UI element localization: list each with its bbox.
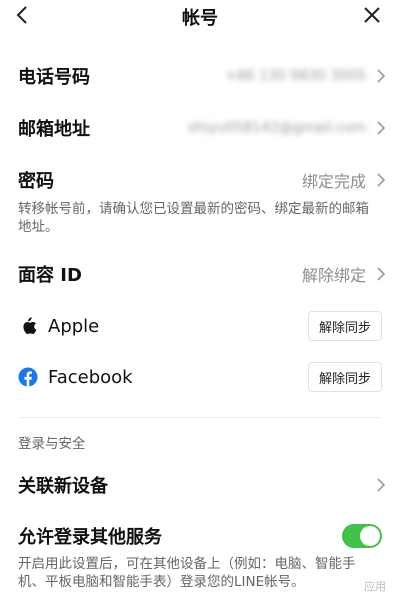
password-status: 绑定完成 bbox=[301, 172, 366, 191]
password-note: 转移帐号前，请确认您已设置最新的密码、绑定最新的邮箱地址。 bbox=[18, 201, 369, 235]
section-divider bbox=[18, 417, 382, 418]
password-row[interactable]: 密码 绑定完成 bbox=[0, 160, 400, 200]
allow-login-label: 允许登录其他服务 bbox=[18, 527, 162, 548]
header: 帐号 bbox=[0, 0, 400, 30]
facebook-unsync-button[interactable]: 解除同步 bbox=[308, 362, 382, 392]
close-button[interactable] bbox=[358, 2, 386, 28]
close-icon bbox=[364, 7, 380, 23]
apple-unsync-button[interactable]: 解除同步 bbox=[308, 311, 382, 341]
page-title: 帐号 bbox=[182, 8, 218, 29]
face-id-status: 解除绑定 bbox=[301, 266, 366, 285]
apple-row: Apple 解除同步 bbox=[0, 306, 400, 346]
facebook-label: Facebook bbox=[48, 366, 133, 388]
email-value: shiyu058142@gmail.com bbox=[188, 120, 366, 136]
watermark: 应用 bbox=[364, 580, 386, 593]
facebook-icon bbox=[18, 367, 38, 387]
face-id-row[interactable]: 面容 ID 解除绑定 bbox=[0, 254, 400, 294]
apple-label: Apple bbox=[48, 315, 100, 337]
allow-login-toggle[interactable] bbox=[342, 524, 382, 548]
allow-login-row: 允许登录其他服务 bbox=[0, 516, 400, 556]
allow-login-note: 开启用此设置后，可在其他设备上（例如：电脑、智能手机、平板电脑和智能手表）登录您… bbox=[18, 556, 356, 590]
face-id-label: 面容 ID bbox=[18, 265, 82, 286]
chevron-right-icon bbox=[377, 69, 386, 83]
login-security-section-title: 登录与安全 bbox=[18, 436, 86, 452]
link-device-label: 关联新设备 bbox=[18, 476, 108, 497]
account-settings-screen: 帐号 电话号码 +86 130 9830 3005 邮箱地址 shiyu0581… bbox=[0, 0, 400, 602]
phone-value: +86 130 9830 3005 bbox=[225, 68, 366, 84]
phone-label: 电话号码 bbox=[18, 67, 90, 88]
link-device-row[interactable]: 关联新设备 bbox=[0, 465, 400, 505]
phone-row[interactable]: 电话号码 +86 130 9830 3005 bbox=[0, 56, 400, 96]
apple-icon bbox=[18, 316, 38, 336]
chevron-right-icon bbox=[377, 121, 386, 135]
email-label: 邮箱地址 bbox=[18, 119, 90, 140]
chevron-right-icon bbox=[377, 173, 386, 187]
toggle-knob bbox=[360, 526, 380, 546]
email-row[interactable]: 邮箱地址 shiyu058142@gmail.com bbox=[0, 108, 400, 148]
password-label: 密码 bbox=[18, 171, 54, 192]
facebook-row: Facebook 解除同步 bbox=[0, 357, 400, 397]
chevron-right-icon bbox=[377, 267, 386, 281]
chevron-right-icon bbox=[377, 478, 386, 492]
